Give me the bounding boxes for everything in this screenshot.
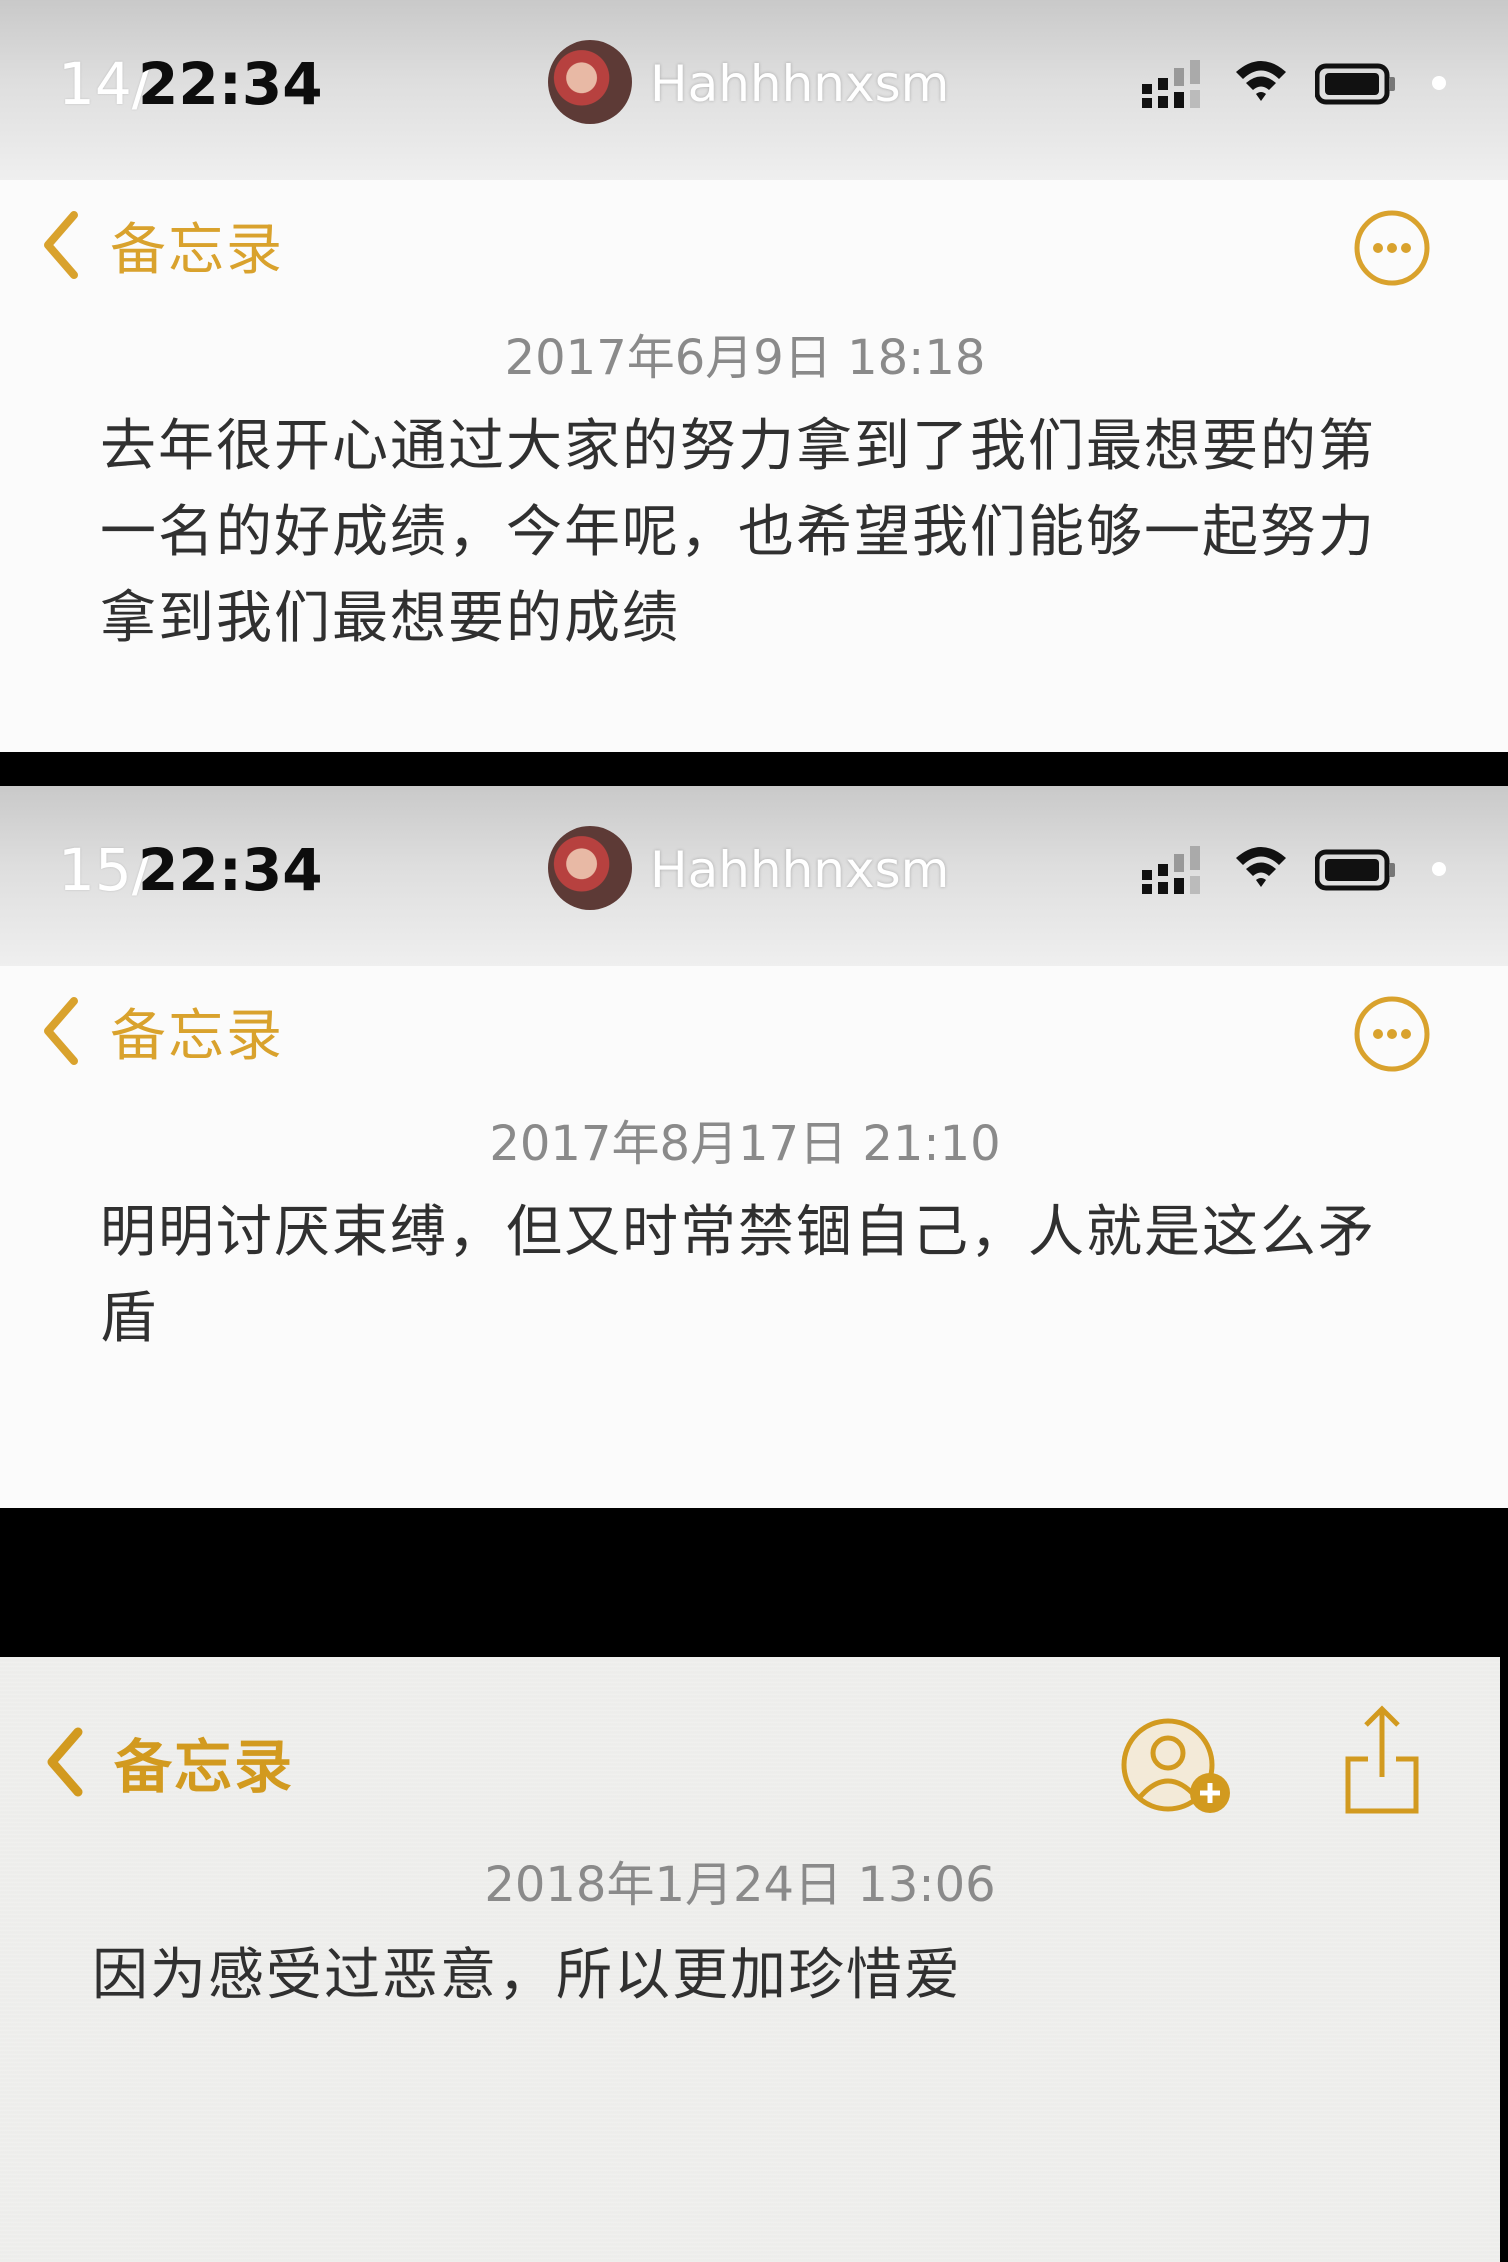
back-button[interactable]: 备忘录 — [40, 986, 284, 1076]
battery-icon — [1315, 849, 1395, 891]
avatar — [548, 826, 632, 910]
note-date: 2017年8月17日 21:10 — [489, 1116, 1001, 1172]
more-icon[interactable] — [1352, 994, 1432, 1074]
username: Hahhhnxsm — [650, 55, 950, 113]
back-label: 备忘录 — [114, 1733, 295, 1801]
note-text[interactable]: 因为感受过恶意，所以更加珍惜爱 — [92, 1933, 1392, 2019]
add-person-icon[interactable] — [1116, 1713, 1240, 1823]
navigation-bar: 备忘录 — [0, 200, 1508, 290]
wifi-icon — [1236, 847, 1286, 887]
dot-icon — [1432, 862, 1446, 876]
battery-icon — [1315, 63, 1395, 105]
note-text[interactable]: 去年很开心通过大家的努力拿到了我们最想要的第一名的好成绩，今年呢，也希望我们能够… — [100, 404, 1400, 662]
back-label: 备忘录 — [110, 217, 284, 283]
chevron-left-icon — [44, 211, 78, 279]
navigation-bar: 备忘录 — [0, 986, 1508, 1076]
signal-icon — [1142, 60, 1200, 108]
clock-time: 22:34 — [138, 836, 323, 904]
back-button[interactable]: 备忘录 — [44, 1717, 294, 1807]
note-screenshot-2: 15/ 22:34 Hahhhnxsm 备忘录 2017年8月17日 21:10 — [0, 786, 1508, 1508]
signal-icon — [1142, 846, 1200, 894]
clock-time: 22:34 — [138, 50, 323, 118]
chevron-left-icon — [44, 997, 78, 1065]
chevron-left-icon — [47, 1727, 83, 1797]
share-icon[interactable] — [1342, 1701, 1422, 1817]
back-button[interactable]: 备忘录 — [40, 200, 284, 290]
back-label: 备忘录 — [110, 1003, 284, 1069]
note-date: 2018年1月24日 13:06 — [484, 1857, 996, 1913]
avatar — [548, 40, 632, 124]
dot-icon — [1432, 76, 1446, 90]
username: Hahhhnxsm — [650, 841, 950, 899]
more-icon[interactable] — [1352, 208, 1432, 288]
status-clock: 14/ 22:34 — [58, 50, 323, 120]
note-text[interactable]: 明明讨厌束缚，但又时常禁锢自己，人就是这么矛盾 — [100, 1190, 1400, 1362]
status-clock: 15/ 22:34 — [58, 836, 323, 906]
note-date: 2017年6月9日 18:18 — [504, 330, 986, 386]
wifi-icon — [1236, 61, 1286, 101]
note-screenshot-3: 备忘录 2018年1月24日 13:06 因为感受过恶意，所以更加珍惜爱 — [0, 1657, 1500, 2262]
note-screenshot-1: 14/ 22:34 Hahhhnxsm 备忘录 2017年6月9日 18:18 … — [0, 0, 1508, 752]
